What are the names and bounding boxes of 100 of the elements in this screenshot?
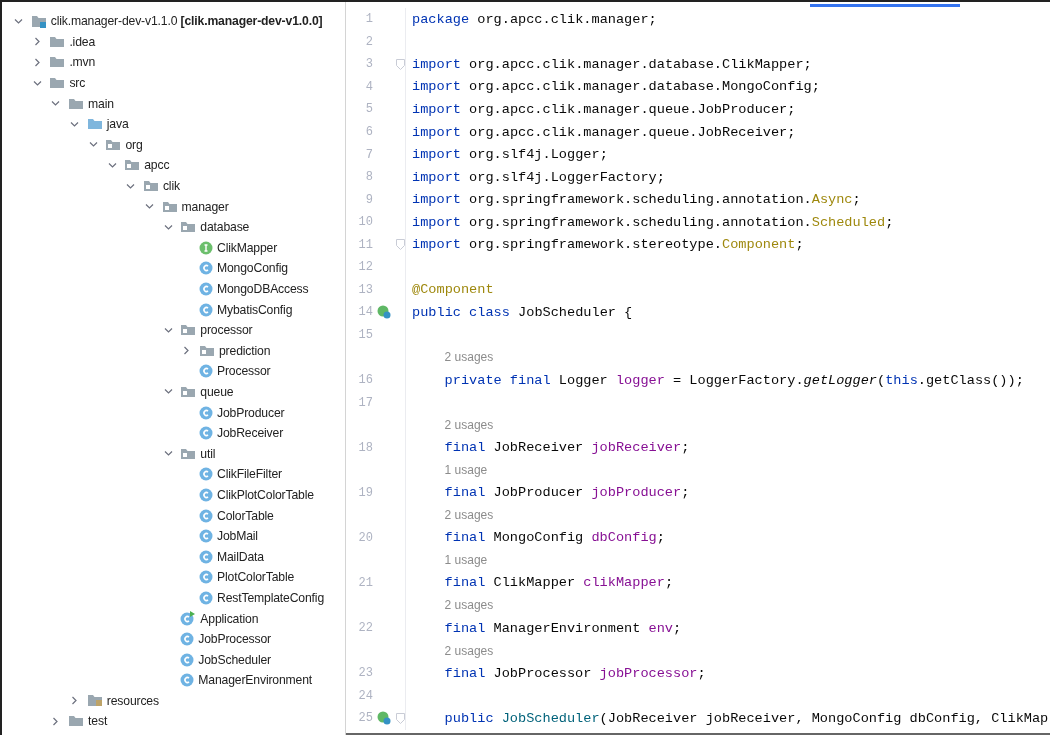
- line-number: 8: [364, 170, 373, 185]
- runnable-class-icon: [180, 611, 197, 626]
- code-line: import org.apcc.clik.manager.database.ClikMapper;: [412, 56, 812, 72]
- usage-hint[interactable]: 1 usage: [444, 463, 488, 478]
- line-number: 15: [357, 327, 373, 342]
- run-gutter-icon[interactable]: [377, 305, 391, 320]
- tree-item-label[interactable]: manager: [181, 199, 229, 214]
- tree-item-label[interactable]: clik: [162, 179, 180, 194]
- chevron-icon[interactable]: [32, 58, 42, 67]
- tree-item-label[interactable]: PlotColorTable: [217, 570, 295, 585]
- usage-hint[interactable]: 2 usages: [444, 418, 494, 433]
- line-number: 16: [357, 373, 373, 387]
- chevron-icon[interactable]: [163, 387, 173, 397]
- tree-item-label[interactable]: test: [88, 714, 108, 729]
- chevron-icon[interactable]: [32, 37, 42, 47]
- tree-item-label[interactable]: clik.manager-dev-v1.1.0 [clik.manager-dev-v1.0.0]: [50, 14, 323, 29]
- run-gutter-icon[interactable]: [377, 711, 391, 726]
- tree-item-label[interactable]: processor: [200, 323, 253, 338]
- chevron-icon[interactable]: [70, 119, 80, 129]
- usage-hint[interactable]: 2 usages: [444, 508, 494, 523]
- tree-item-label[interactable]: JobScheduler: [198, 652, 271, 667]
- chevron-icon[interactable]: [51, 99, 61, 109]
- tree-item-label[interactable]: prediction: [219, 343, 271, 358]
- class-icon: [199, 570, 213, 585]
- line-number: 14: [357, 305, 373, 320]
- tree-item-label[interactable]: util: [200, 446, 216, 461]
- line-number: 21: [357, 575, 373, 590]
- package-folder-icon: [199, 344, 215, 357]
- tree-item-label[interactable]: main: [88, 96, 114, 111]
- tree-item-label[interactable]: MongoDBAccess: [217, 282, 309, 296]
- class-icon: [199, 467, 213, 482]
- chevron-icon[interactable]: [14, 16, 23, 26]
- chevron-icon[interactable]: [126, 181, 136, 191]
- tree-item-label[interactable]: .mvn: [69, 55, 96, 70]
- code-line: final MongoConfig dbConfig;: [444, 530, 665, 546]
- code-line: import org.springframework.scheduling.annotation.Async;: [412, 192, 861, 208]
- chevron-icon[interactable]: [163, 222, 173, 232]
- usage-hint[interactable]: 1 usage: [444, 553, 488, 568]
- code-line: final ManagerEnvironment env;: [444, 620, 682, 636]
- chevron-icon[interactable]: [70, 696, 80, 706]
- folder-icon: [68, 97, 85, 110]
- fold-marker-icon[interactable]: [396, 712, 405, 724]
- chevron-icon[interactable]: [163, 449, 173, 459]
- tree-item-label[interactable]: Application: [200, 611, 259, 626]
- tree-item-label[interactable]: JobMail: [217, 529, 258, 544]
- tree-item-label[interactable]: JobProcessor: [198, 632, 271, 647]
- class-icon: [199, 364, 213, 379]
- tree-item-label[interactable]: MongoConfig: [217, 261, 288, 276]
- chevron-icon[interactable]: [163, 325, 173, 335]
- tree-item-label[interactable]: ClikMapper: [217, 240, 278, 255]
- code-line: import org.slf4j.Logger;: [412, 147, 608, 163]
- chevron-icon[interactable]: [107, 160, 117, 170]
- chevron-icon[interactable]: [88, 140, 98, 150]
- chevron-icon[interactable]: [144, 202, 154, 212]
- tree-item-label[interactable]: JobProducer: [217, 405, 285, 420]
- tree-item-label[interactable]: database: [200, 220, 250, 235]
- code-line: import org.apcc.clik.manager.queue.JobReceiver;: [412, 124, 796, 140]
- tree-item-label[interactable]: Processor: [217, 364, 271, 379]
- line-number: 18: [357, 440, 373, 455]
- line-number: 24: [357, 688, 373, 703]
- package-folder-icon: [180, 221, 197, 234]
- usage-hint[interactable]: 2 usages: [444, 350, 494, 365]
- code-line: import org.apcc.clik.manager.queue.JobProducer;: [412, 101, 796, 117]
- tree-item-label[interactable]: ColorTable: [217, 508, 274, 523]
- chevron-icon[interactable]: [182, 346, 192, 356]
- class-icon: [199, 405, 213, 420]
- tree-item-label[interactable]: org: [125, 137, 143, 152]
- line-number: 10: [357, 215, 373, 230]
- tree-item-label[interactable]: .idea: [69, 34, 96, 49]
- line-number: 9: [364, 192, 373, 207]
- chevron-icon[interactable]: [32, 78, 42, 88]
- tree-item-label[interactable]: ClikPlotColorTable: [217, 487, 314, 502]
- tree-item-label[interactable]: RestTemplateConfig: [217, 590, 325, 605]
- tree-item-label[interactable]: java: [106, 117, 129, 132]
- usage-hint[interactable]: 2 usages: [444, 643, 494, 658]
- tree-item-label[interactable]: src: [69, 76, 86, 91]
- class-icon: [199, 302, 213, 317]
- package-folder-icon: [161, 200, 178, 213]
- fold-marker-icon[interactable]: [396, 239, 405, 251]
- tree-item-label[interactable]: MailData: [217, 549, 264, 564]
- tree-item-label[interactable]: apcc: [144, 158, 170, 173]
- usage-hint[interactable]: 2 usages: [444, 598, 494, 613]
- line-number: 17: [357, 395, 373, 410]
- tree-item-label[interactable]: MybatisConfig: [217, 302, 293, 317]
- tree-item-label[interactable]: ManagerEnvironment: [198, 673, 313, 688]
- line-number: 3: [364, 57, 373, 72]
- line-number: 23: [357, 666, 373, 681]
- chevron-icon[interactable]: [51, 717, 61, 726]
- tree-item-label[interactable]: JobReceiver: [217, 426, 284, 441]
- code-line: private final Logger logger = LoggerFactory.getLogger(this.getClass());: [444, 372, 1024, 388]
- class-icon: [199, 487, 213, 502]
- tree-item-label[interactable]: resources: [106, 693, 159, 708]
- tree-item-label[interactable]: ClikFileFilter: [217, 467, 282, 482]
- class-icon: [199, 508, 213, 523]
- tree-item-label[interactable]: queue: [200, 385, 234, 399]
- fold-marker-icon[interactable]: [396, 58, 405, 70]
- line-number: 20: [357, 530, 373, 545]
- package-folder-icon: [180, 447, 197, 460]
- line-number: 7: [364, 147, 373, 162]
- line-number: 2: [364, 34, 373, 49]
